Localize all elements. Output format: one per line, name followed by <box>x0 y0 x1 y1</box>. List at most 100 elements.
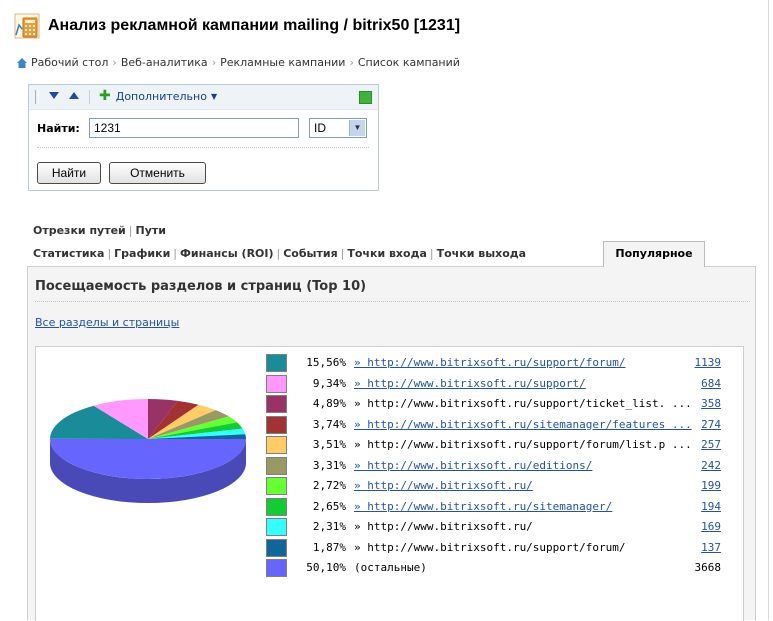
legend-page-link[interactable]: » http://www.bitrixsoft.ru/ <box>354 520 533 533</box>
breadcrumb: Рабочий стол › Веб-аналитика › Рекламные… <box>17 56 460 69</box>
subtabs: Отрезки путей | Пути <box>33 224 166 237</box>
legend-row: 50,10% (остальные) 3668 <box>266 558 726 579</box>
find-input[interactable] <box>89 118 299 138</box>
subtab-paths[interactable]: Пути <box>136 224 166 237</box>
tab-separator: | <box>276 247 281 260</box>
legend-percent: 1,87% <box>312 540 346 554</box>
legend-count: 3668 <box>694 561 722 574</box>
legend-count[interactable]: 194 <box>701 500 721 513</box>
legend-percent: 4,89% <box>312 397 346 410</box>
tab-separator: | <box>173 247 177 260</box>
subtab-path-segments[interactable]: Отрезки путей <box>33 224 126 237</box>
dropdown-arrow-icon: ▼ <box>349 120 365 136</box>
calculator-chart-icon <box>14 13 40 39</box>
breadcrumb-separator: › <box>112 56 117 69</box>
breadcrumb-desktop[interactable]: Рабочий стол <box>31 56 108 69</box>
more-filters-label: Дополнительно <box>115 89 207 103</box>
tab-graphs[interactable]: Графики <box>114 247 170 260</box>
page-title: Анализ рекламной кампании mailing / bitr… <box>48 17 461 34</box>
arrow-up-icon[interactable] <box>69 92 79 99</box>
field-select-value: ID <box>314 121 326 135</box>
chart-box: 15,56% » http://www.bitrixsoft.ru/support… <box>35 346 744 621</box>
field-select[interactable]: ID ▼ <box>309 118 367 138</box>
legend-row: 15,56% » http://www.bitrixsoft.ru/support… <box>266 353 726 374</box>
toolbar-divider <box>89 90 90 104</box>
legend-swatch <box>266 497 287 516</box>
legend-percent: 50,10% <box>306 561 346 574</box>
legend-swatch <box>266 559 287 577</box>
all-sections-link[interactable]: Все разделы и страницы <box>35 316 179 329</box>
tab-popular[interactable]: Популярное <box>603 241 705 267</box>
legend-swatch <box>266 395 287 413</box>
drag-handle[interactable] <box>35 90 39 104</box>
breadcrumb-ad-campaigns[interactable]: Рекламные кампании <box>220 56 345 69</box>
filter-panel: ✚ Дополнительно ▼ Найти: ID ▼ Найти Отме… <box>28 84 379 191</box>
breadcrumb-separator: › <box>211 56 217 69</box>
tab-events[interactable]: События <box>283 247 337 260</box>
legend-page-link[interactable]: » http://www.bitrixsoft.ru/support/forum… <box>354 356 626 369</box>
legend-swatch <box>266 477 287 495</box>
cancel-button[interactable]: Отменить <box>109 162 206 184</box>
tab-separator: | <box>340 247 345 260</box>
legend-row: 2,72% » http://www.bitrixsoft.ru/199 <box>266 476 726 497</box>
panel-divider <box>35 301 750 302</box>
popular-panel: Посещаемость разделов и страниц (Top 10)… <box>27 266 756 621</box>
legend-page-link[interactable]: » http://www.bitrixsoft.ru/support/ <box>354 377 586 390</box>
legend-swatch <box>266 354 287 372</box>
legend-row: 3,74% » http://www.bitrixsoft.ru/sitemana… <box>266 415 726 436</box>
legend-row: 4,89% » http://www.bitrixsoft.ru/support/… <box>266 394 726 415</box>
tab-exit-points[interactable]: Точки выхода <box>437 247 526 260</box>
legend-swatch <box>266 518 287 536</box>
page-header: Анализ рекламной кампании mailing / bitr… <box>14 12 460 40</box>
filter-toolbar: ✚ Дополнительно ▼ <box>29 85 378 110</box>
tab-entry-points[interactable]: Точки входа <box>347 247 427 260</box>
breadcrumb-web-analytics[interactable]: Веб-аналитика <box>121 56 208 69</box>
panel-title: Посещаемость разделов и страниц (Top 10) <box>35 279 367 294</box>
legend-row: 2,31% » http://www.bitrixsoft.ru/169 <box>266 517 726 538</box>
legend-count[interactable]: 137 <box>701 541 721 554</box>
legend-swatch <box>266 415 287 434</box>
legend-count[interactable]: 169 <box>701 520 721 533</box>
legend-page-link[interactable]: » http://www.bitrixsoft.ru/support/ticke… <box>354 397 692 410</box>
legend-percent: 3,31% <box>312 458 346 472</box>
legend-page-link[interactable]: » http://www.bitrixsoft.ru/support/forum… <box>354 541 626 554</box>
legend-swatch <box>266 374 287 393</box>
green-square-icon[interactable] <box>359 91 372 104</box>
legend-count[interactable]: 684 <box>701 377 721 390</box>
tab-finance-roi[interactable]: Финансы (ROI) <box>180 247 274 260</box>
legend-page-link[interactable]: » http://www.bitrixsoft.ru/sitemanager/ <box>354 500 612 513</box>
legend-row: 1,87% » http://www.bitrixsoft.ru/support/… <box>266 538 726 559</box>
arrow-down-icon[interactable] <box>49 92 59 99</box>
legend-count[interactable]: 358 <box>701 397 721 410</box>
legend-percent: 2,31% <box>312 520 346 533</box>
legend-percent: 9,34% <box>312 376 346 390</box>
legend-row: 3,31% » http://www.bitrixsoft.ru/editions… <box>266 456 726 477</box>
legend-page-link[interactable]: » http://www.bitrixsoft.ru/support/forum… <box>354 438 692 451</box>
tab-separator: | <box>429 247 434 260</box>
legend-count[interactable]: 199 <box>701 479 721 492</box>
legend-count[interactable]: 274 <box>701 418 721 431</box>
legend-count[interactable]: 242 <box>701 459 721 472</box>
pie-chart <box>49 399 247 503</box>
breadcrumb-campaign-list[interactable]: Список кампаний <box>358 56 460 69</box>
tabs: Статистика | Графики | Финансы (ROI) | Собы… <box>33 247 526 260</box>
legend-count[interactable]: 257 <box>701 438 721 451</box>
more-filters-button[interactable]: ✚ Дополнительно ▼ <box>99 89 217 103</box>
legend-page-link: (остальные) <box>354 561 427 574</box>
tab-separator: | <box>107 247 112 260</box>
legend-page-link[interactable]: » http://www.bitrixsoft.ru/editions/ <box>354 459 592 472</box>
find-label: Найти: <box>37 122 80 135</box>
find-button[interactable]: Найти <box>37 162 101 184</box>
tab-separator: | <box>128 224 133 237</box>
home-icon[interactable] <box>17 57 27 68</box>
legend-page-link[interactable]: » http://www.bitrixsoft.ru/ <box>354 479 533 492</box>
legend-percent: 3,74% <box>312 417 346 431</box>
plus-icon: ✚ <box>99 88 111 104</box>
legend-page-link[interactable]: » http://www.bitrixsoft.ru/sitemanager/f… <box>354 418 692 431</box>
tab-statistics[interactable]: Статистика <box>33 247 104 260</box>
legend-percent: 3,51% <box>312 438 346 451</box>
right-border <box>768 0 769 620</box>
legend-percent: 2,72% <box>312 479 346 492</box>
legend-count[interactable]: 1139 <box>695 356 722 369</box>
legend-swatch <box>266 538 287 557</box>
